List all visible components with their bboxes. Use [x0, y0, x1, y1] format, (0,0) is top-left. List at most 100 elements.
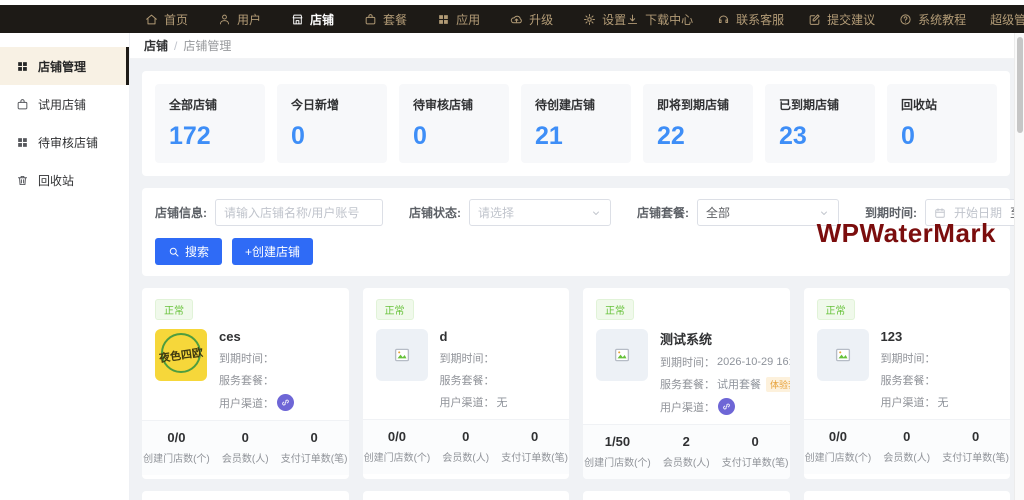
store-card-test-system[interactable]: 正常 测试系统 到期时间： 2026-10-29 16:17:59 [583, 288, 790, 479]
nav-item-apps[interactable]: 应用 [437, 11, 480, 28]
nav-item-home[interactable]: 首页 [145, 11, 188, 28]
nav-item-users[interactable]: 用户 [218, 11, 261, 28]
package-label: 服务套餐： [881, 372, 936, 388]
breadcrumb-page: 店铺管理 [183, 37, 231, 54]
nav-item-packages[interactable]: 套餐 [364, 11, 407, 28]
select-value: 全部 [706, 204, 818, 221]
broken-image-icon [393, 346, 411, 364]
search-button[interactable]: 搜索 [155, 238, 222, 265]
breadcrumb: 店铺 / 店铺管理 [130, 33, 1024, 59]
stat-number: 0 [500, 429, 569, 444]
stat-value: 23 [779, 122, 861, 151]
stat-value: 172 [169, 122, 251, 151]
nav-item-settings[interactable]: 设置 [583, 11, 626, 28]
stat-paid-orders: 0 支付订单数(笔) [721, 434, 790, 469]
nav-item-system-tutorial[interactable]: 系统教程 [899, 11, 966, 28]
channel-line: 用户渠道： [219, 394, 336, 411]
nav-item-upgrade[interactable]: 升级 [510, 11, 553, 28]
expire-label: 到期时间： [440, 350, 495, 366]
stat-number: 0 [872, 429, 941, 444]
channel-label: 用户渠道： [440, 394, 495, 410]
channel-icon [718, 398, 735, 415]
admin-label: 超级管理员 [990, 11, 1024, 28]
edit-icon [808, 13, 821, 26]
stat-label: 今日新增 [291, 96, 373, 113]
card-info: ces 到期时间： 服务套餐： 用户渠道： [219, 329, 336, 411]
expire-value: 2026-10-29 16:17:59 [717, 356, 790, 368]
create-store-button-label: +创建店铺 [245, 243, 300, 260]
card-stats-footer: 0/0 创建门店数(个) 0 会员数(人) 0 支付订单数(笔) [142, 420, 349, 475]
nav-item-stores[interactable]: 店铺 [291, 11, 334, 28]
chevron-down-icon [818, 207, 830, 219]
create-store-button[interactable]: +创建店铺 [232, 238, 313, 265]
stat-value: 0 [901, 122, 983, 151]
nav-label: 套餐 [383, 11, 407, 28]
sidebar-item-store-management[interactable]: 店铺管理 [0, 47, 129, 85]
card-body: 正常 123 到期时间： [804, 288, 1011, 419]
grid-icon [16, 60, 29, 73]
channel-line: 用户渠道： 无 [440, 394, 557, 410]
nav-label: 升级 [529, 11, 553, 28]
store-status-select[interactable]: 请选择 [469, 199, 611, 226]
store-info-input[interactable] [215, 199, 383, 226]
stat-members: 0 会员数(人) [431, 429, 500, 464]
card-main: d 到期时间： 服务套餐： 用户渠道： [376, 329, 557, 410]
stat-card-new-today: 今日新增 0 [277, 84, 387, 163]
sidebar-item-trial-stores[interactable]: 试用店铺 [0, 85, 129, 123]
store-card-ces[interactable]: 正常 夜色四欧 ces 到期时间： [142, 288, 349, 479]
scrollbar-thumb[interactable] [1017, 37, 1023, 133]
stat-label: 全部店铺 [169, 96, 251, 113]
card-body: 正常 999 到期时间： 2026-10-23 22:09:45 [142, 491, 349, 500]
stat-number: 0 [721, 434, 790, 449]
stat-members: 0 会员数(人) [211, 430, 280, 465]
app-frame: 店铺管理 试用店铺 待审核店铺 回收站 店铺 / 店铺管理 全部店铺 172 [0, 33, 1024, 500]
stat-card-all-stores: 全部店铺 172 [155, 84, 265, 163]
sidebar: 店铺管理 试用店铺 待审核店铺 回收站 [0, 33, 130, 500]
user-icon [218, 13, 231, 26]
nav-item-submit-feedback[interactable]: 提交建议 [808, 11, 875, 28]
search-button-label: 搜索 [185, 243, 209, 260]
trash-icon [16, 174, 29, 187]
filter-label: 店铺套餐: [637, 204, 689, 221]
sidebar-item-recycle-bin[interactable]: 回收站 [0, 161, 129, 199]
package-line: 服务套餐： [440, 372, 557, 388]
expire-line: 到期时间： [881, 350, 998, 366]
stat-stores-created: 0/0 创建门店数(个) [142, 430, 211, 465]
nav-item-contact-support[interactable]: 联系客服 [717, 11, 784, 28]
grid-icon [16, 136, 29, 149]
stat-label: 待创建店铺 [535, 96, 617, 113]
card-body: 正常 苏甫测试 到期时间： 2026-10-21 16:28:59 [583, 491, 790, 500]
channel-label: 用户渠道： [660, 399, 715, 415]
stat-card-expiring-soon: 即将到期店铺 22 [643, 84, 753, 163]
stat-number: 0 [431, 429, 500, 444]
nav-right-menu: 下载中心 联系客服 提交建议 系统教程 超级管理员 [626, 11, 1024, 28]
store-card-123[interactable]: 正常 123 到期时间： [804, 288, 1011, 479]
channel-label: 用户渠道： [881, 394, 936, 410]
stat-stores-created: 0/0 创建门店数(个) [363, 429, 432, 464]
watermark: WPWaterMark [817, 218, 996, 249]
stat-value: 22 [657, 122, 739, 151]
stat-caption: 创建门店数(个) [583, 454, 652, 469]
store-name: 测试系统 [660, 329, 777, 348]
stat-caption: 创建门店数(个) [804, 449, 873, 464]
calendar-icon [934, 207, 946, 219]
store-card-999[interactable]: 正常 999 到期时间： 2026-10-23 22:09:45 [142, 491, 349, 500]
card-stats-footer: 0/0 创建门店数(个) 0 会员数(人) 0 支付订单数(笔) [804, 419, 1011, 474]
store-card-666[interactable]: 正常 666 到期时间： 2026-10-22 22:59:35 [363, 491, 570, 500]
store-card-test1111[interactable]: 正常 测试1111 到期时间： 2026-10-15 17:24:19 [804, 491, 1011, 500]
status-badge: 正常 [376, 299, 414, 320]
filter-store-info: 店铺信息: [155, 199, 383, 226]
headset-icon [717, 13, 730, 26]
store-card-d[interactable]: 正常 d 到期时间： [363, 288, 570, 479]
store-card-sufu-test[interactable]: 正常 苏甫测试 到期时间： 2026-10-21 16:28:59 [583, 491, 790, 500]
card-main: 123 到期时间： 服务套餐： 用户渠道： [817, 329, 998, 410]
stats-panel: 全部店铺 172 今日新增 0 待审核店铺 0 待创建店铺 21 即将到期店铺 [142, 71, 1010, 176]
sidebar-item-pending-review-stores[interactable]: 待审核店铺 [0, 123, 129, 161]
admin-account-dropdown[interactable]: 超级管理员 [990, 11, 1024, 28]
stat-caption: 创建门店数(个) [142, 450, 211, 465]
stat-paid-orders: 0 支付订单数(笔) [941, 429, 1010, 464]
expire-line: 到期时间： 2026-10-29 16:17:59 [660, 354, 777, 370]
nav-item-download-center[interactable]: 下载中心 [626, 11, 693, 28]
card-info: d 到期时间： 服务套餐： 用户渠道： [440, 329, 557, 410]
package-line: 服务套餐： [881, 372, 998, 388]
